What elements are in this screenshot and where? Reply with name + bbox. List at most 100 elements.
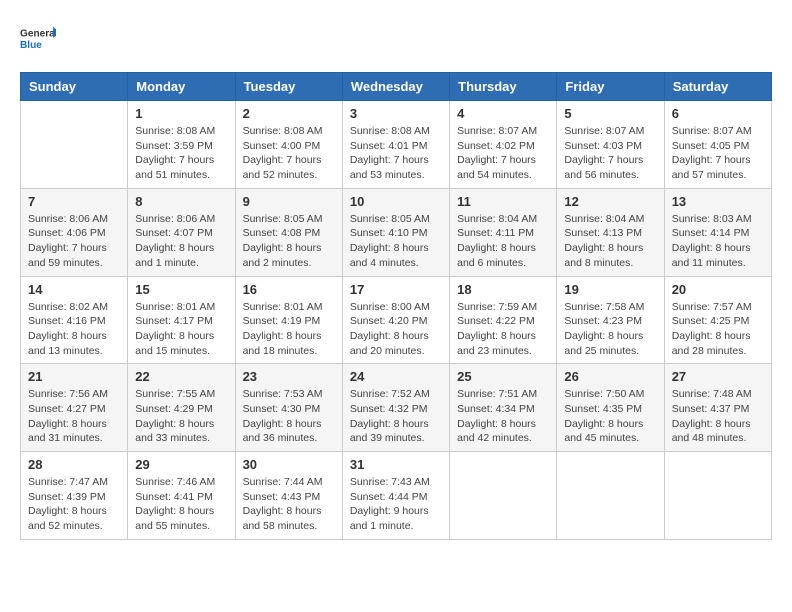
calendar-cell: 9 Sunrise: 8:05 AM Sunset: 4:08 PM Daylig…: [235, 188, 342, 276]
calendar-week-row: 14Sunrise: 8:02 AM Sunset: 4:16 PM Dayli…: [21, 276, 772, 364]
day-number: 23: [243, 369, 335, 384]
day-info: Sunrise: 8:07 AM Sunset: 4:05 PM Dayligh…: [672, 124, 764, 183]
day-number: 11: [457, 194, 549, 209]
calendar-cell: 21Sunrise: 7:56 AM Sunset: 4:27 PM Dayli…: [21, 364, 128, 452]
day-number: 20: [672, 282, 764, 297]
svg-text:Blue: Blue: [20, 40, 42, 51]
calendar-week-row: 28 Sunrise: 7:47 AM Sunset: 4:39 PM Dayli…: [21, 452, 772, 540]
calendar-cell: 29Sunrise: 7:46 AM Sunset: 4:41 PM Dayli…: [128, 452, 235, 540]
day-number: 10: [350, 194, 442, 209]
calendar-header-row: SundayMondayTuesdayWednesdayThursdayFrid…: [21, 73, 772, 101]
calendar-cell: 30 Sunrise: 7:44 AM Sunset: 4:43 PM Dayli…: [235, 452, 342, 540]
day-info: Sunrise: 8:05 AM Sunset: 4:10 PM Dayligh…: [350, 212, 442, 271]
calendar-cell: 25 Sunrise: 7:51 AM Sunset: 4:34 PM Dayli…: [450, 364, 557, 452]
day-info: Sunrise: 8:01 AM Sunset: 4:19 PM Dayligh…: [243, 300, 335, 359]
calendar-header-sunday: Sunday: [21, 73, 128, 101]
calendar-cell: 7 Sunrise: 8:06 AM Sunset: 4:06 PM Daylig…: [21, 188, 128, 276]
day-number: 8: [135, 194, 227, 209]
calendar-cell: 24 Sunrise: 7:52 AM Sunset: 4:32 PM Dayli…: [342, 364, 449, 452]
day-number: 15: [135, 282, 227, 297]
day-info: Sunrise: 7:56 AM Sunset: 4:27 PM Dayligh…: [28, 387, 120, 446]
day-info: Sunrise: 8:06 AM Sunset: 4:07 PM Dayligh…: [135, 212, 227, 271]
day-info: Sunrise: 7:47 AM Sunset: 4:39 PM Dayligh…: [28, 475, 120, 534]
day-info: Sunrise: 7:57 AM Sunset: 4:25 PM Dayligh…: [672, 300, 764, 359]
calendar-week-row: 1 Sunrise: 8:08 AM Sunset: 3:59 PM Daylig…: [21, 101, 772, 189]
day-number: 6: [672, 106, 764, 121]
calendar-cell: 28 Sunrise: 7:47 AM Sunset: 4:39 PM Dayli…: [21, 452, 128, 540]
day-number: 18: [457, 282, 549, 297]
day-number: 4: [457, 106, 549, 121]
day-number: 5: [564, 106, 656, 121]
calendar-cell: 4 Sunrise: 8:07 AM Sunset: 4:02 PM Daylig…: [450, 101, 557, 189]
calendar-cell: [664, 452, 771, 540]
calendar-cell: 23 Sunrise: 7:53 AM Sunset: 4:30 PM Dayli…: [235, 364, 342, 452]
day-info: Sunrise: 8:06 AM Sunset: 4:06 PM Dayligh…: [28, 212, 120, 271]
day-info: Sunrise: 8:07 AM Sunset: 4:02 PM Dayligh…: [457, 124, 549, 183]
day-info: Sunrise: 7:44 AM Sunset: 4:43 PM Dayligh…: [243, 475, 335, 534]
day-info: Sunrise: 7:52 AM Sunset: 4:32 PM Dayligh…: [350, 387, 442, 446]
day-info: Sunrise: 7:53 AM Sunset: 4:30 PM Dayligh…: [243, 387, 335, 446]
calendar-cell: 14Sunrise: 8:02 AM Sunset: 4:16 PM Dayli…: [21, 276, 128, 364]
calendar-cell: 17Sunrise: 8:00 AM Sunset: 4:20 PM Dayli…: [342, 276, 449, 364]
calendar-cell: 12Sunrise: 8:04 AM Sunset: 4:13 PM Dayli…: [557, 188, 664, 276]
svg-text:General: General: [20, 29, 56, 40]
calendar-cell: 2 Sunrise: 8:08 AM Sunset: 4:00 PM Daylig…: [235, 101, 342, 189]
calendar-cell: 13Sunrise: 8:03 AM Sunset: 4:14 PM Dayli…: [664, 188, 771, 276]
calendar-cell: 3 Sunrise: 8:08 AM Sunset: 4:01 PM Daylig…: [342, 101, 449, 189]
day-info: Sunrise: 7:55 AM Sunset: 4:29 PM Dayligh…: [135, 387, 227, 446]
day-number: 12: [564, 194, 656, 209]
day-info: Sunrise: 8:08 AM Sunset: 3:59 PM Dayligh…: [135, 124, 227, 183]
day-info: Sunrise: 8:08 AM Sunset: 4:01 PM Dayligh…: [350, 124, 442, 183]
day-info: Sunrise: 8:01 AM Sunset: 4:17 PM Dayligh…: [135, 300, 227, 359]
day-info: Sunrise: 7:58 AM Sunset: 4:23 PM Dayligh…: [564, 300, 656, 359]
calendar-header-saturday: Saturday: [664, 73, 771, 101]
calendar-cell: 27 Sunrise: 7:48 AM Sunset: 4:37 PM Dayli…: [664, 364, 771, 452]
day-number: 19: [564, 282, 656, 297]
calendar-cell: 11 Sunrise: 8:04 AM Sunset: 4:11 PM Dayli…: [450, 188, 557, 276]
day-info: Sunrise: 7:59 AM Sunset: 4:22 PM Dayligh…: [457, 300, 549, 359]
day-number: 31: [350, 457, 442, 472]
calendar-cell: 16Sunrise: 8:01 AM Sunset: 4:19 PM Dayli…: [235, 276, 342, 364]
calendar-header-wednesday: Wednesday: [342, 73, 449, 101]
day-info: Sunrise: 8:07 AM Sunset: 4:03 PM Dayligh…: [564, 124, 656, 183]
day-info: Sunrise: 7:48 AM Sunset: 4:37 PM Dayligh…: [672, 387, 764, 446]
day-number: 24: [350, 369, 442, 384]
calendar-week-row: 21Sunrise: 7:56 AM Sunset: 4:27 PM Dayli…: [21, 364, 772, 452]
calendar-cell: 5 Sunrise: 8:07 AM Sunset: 4:03 PM Daylig…: [557, 101, 664, 189]
day-info: Sunrise: 8:05 AM Sunset: 4:08 PM Dayligh…: [243, 212, 335, 271]
day-number: 22: [135, 369, 227, 384]
day-number: 30: [243, 457, 335, 472]
calendar-cell: 8 Sunrise: 8:06 AM Sunset: 4:07 PM Daylig…: [128, 188, 235, 276]
day-info: Sunrise: 8:08 AM Sunset: 4:00 PM Dayligh…: [243, 124, 335, 183]
calendar-header-monday: Monday: [128, 73, 235, 101]
day-number: 9: [243, 194, 335, 209]
calendar-cell: 22 Sunrise: 7:55 AM Sunset: 4:29 PM Dayli…: [128, 364, 235, 452]
calendar-cell: [557, 452, 664, 540]
day-number: 26: [564, 369, 656, 384]
calendar-cell: [450, 452, 557, 540]
day-info: Sunrise: 8:04 AM Sunset: 4:11 PM Dayligh…: [457, 212, 549, 271]
calendar-body: 1 Sunrise: 8:08 AM Sunset: 3:59 PM Daylig…: [21, 101, 772, 540]
calendar-cell: 31Sunrise: 7:43 AM Sunset: 4:44 PM Dayli…: [342, 452, 449, 540]
page-header: General Blue: [20, 20, 772, 56]
calendar-week-row: 7 Sunrise: 8:06 AM Sunset: 4:06 PM Daylig…: [21, 188, 772, 276]
calendar-header-tuesday: Tuesday: [235, 73, 342, 101]
calendar-table: SundayMondayTuesdayWednesdayThursdayFrid…: [20, 72, 772, 540]
day-number: 28: [28, 457, 120, 472]
day-number: 3: [350, 106, 442, 121]
day-number: 25: [457, 369, 549, 384]
calendar-cell: [21, 101, 128, 189]
calendar-cell: 20 Sunrise: 7:57 AM Sunset: 4:25 PM Dayli…: [664, 276, 771, 364]
day-info: Sunrise: 7:51 AM Sunset: 4:34 PM Dayligh…: [457, 387, 549, 446]
day-number: 29: [135, 457, 227, 472]
day-number: 27: [672, 369, 764, 384]
logo-svg: General Blue: [20, 20, 56, 56]
day-number: 1: [135, 106, 227, 121]
calendar-cell: 15 Sunrise: 8:01 AM Sunset: 4:17 PM Dayli…: [128, 276, 235, 364]
calendar-cell: 6 Sunrise: 8:07 AM Sunset: 4:05 PM Daylig…: [664, 101, 771, 189]
calendar-cell: 1 Sunrise: 8:08 AM Sunset: 3:59 PM Daylig…: [128, 101, 235, 189]
day-number: 14: [28, 282, 120, 297]
day-number: 2: [243, 106, 335, 121]
day-number: 7: [28, 194, 120, 209]
day-info: Sunrise: 7:50 AM Sunset: 4:35 PM Dayligh…: [564, 387, 656, 446]
